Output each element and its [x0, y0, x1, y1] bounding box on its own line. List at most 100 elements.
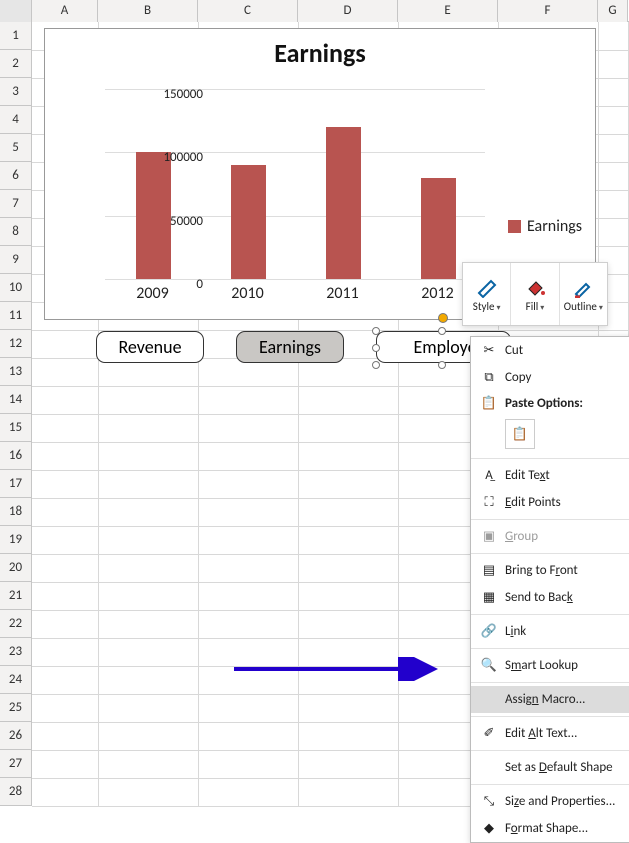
bucket-icon	[524, 276, 546, 298]
paste-options-label: 📋Paste Options:	[471, 391, 629, 415]
x-tick: 2011	[313, 284, 373, 303]
row-header[interactable]: 8	[0, 218, 32, 246]
row-header[interactable]: 11	[0, 302, 32, 330]
separator	[471, 458, 629, 459]
fill-picker[interactable]: Fill▾	[511, 263, 559, 325]
bar	[231, 165, 266, 279]
revenue-button[interactable]: Revenue	[96, 331, 204, 363]
menu-edit-alt-text[interactable]: ✐Edit Alt Text...	[471, 720, 629, 747]
menu-edit-text[interactable]: A̲Edit Text	[471, 462, 629, 489]
row-header[interactable]: 19	[0, 526, 32, 554]
resize-handle[interactable]	[438, 361, 446, 369]
x-tick: 2009	[123, 284, 183, 303]
earnings-button[interactable]: Earnings	[236, 331, 344, 363]
group-icon: ▣	[479, 529, 499, 544]
row-header[interactable]: 13	[0, 358, 32, 386]
row-header[interactable]: 15	[0, 414, 32, 442]
chart-plot	[105, 89, 485, 279]
menu-edit-points[interactable]: ⛶Edit Points	[471, 489, 629, 516]
row-header[interactable]: 14	[0, 386, 32, 414]
row-header[interactable]: 3	[0, 78, 32, 106]
col-header[interactable]: C	[198, 0, 298, 22]
resize-handle[interactable]	[372, 327, 380, 335]
row-header[interactable]: 28	[0, 778, 32, 806]
separator	[471, 716, 629, 717]
col-header[interactable]: D	[298, 0, 398, 22]
menu-send-back[interactable]: ▦Send to Back›	[471, 584, 629, 611]
row-header[interactable]: 23	[0, 638, 32, 666]
x-tick: 2010	[218, 284, 278, 303]
row-header[interactable]: 1	[0, 22, 32, 50]
row-header[interactable]: 24	[0, 666, 32, 694]
separator	[471, 750, 629, 751]
row-header[interactable]: 2	[0, 50, 32, 78]
send-back-icon: ▦	[479, 590, 499, 605]
edit-text-icon: A̲	[479, 468, 499, 483]
row-header[interactable]: 4	[0, 106, 32, 134]
row-header[interactable]: 26	[0, 722, 32, 750]
separator	[471, 784, 629, 785]
link-icon: 🔗	[479, 624, 499, 639]
row-headers: 1234567891011121314151617181920212223242…	[0, 22, 32, 806]
row-header[interactable]: 10	[0, 274, 32, 302]
format-icon: ◆	[479, 821, 499, 836]
resize-handle[interactable]	[438, 327, 446, 335]
menu-cut[interactable]: ✂Cut	[471, 337, 629, 364]
select-all-corner[interactable]	[0, 0, 32, 22]
bring-front-icon: ▤	[479, 563, 499, 578]
separator	[471, 614, 629, 615]
row-header[interactable]: 25	[0, 694, 32, 722]
col-header[interactable]: E	[398, 0, 498, 22]
pen-icon	[572, 276, 594, 298]
menu-smart-lookup[interactable]: 🔍Smart Lookup	[471, 652, 629, 679]
row-header[interactable]: 5	[0, 134, 32, 162]
row-header[interactable]: 12	[0, 330, 32, 358]
resize-handle[interactable]	[372, 361, 380, 369]
paste-option[interactable]: 📋	[505, 419, 535, 449]
chart-title: Earnings	[45, 37, 595, 69]
chart-legend: Earnings	[508, 217, 582, 236]
search-icon: 🔍	[479, 658, 499, 673]
clipboard-icon: 📋	[479, 396, 499, 411]
alt-text-icon: ✐	[479, 726, 499, 741]
size-icon: ⤡	[479, 794, 499, 809]
col-header[interactable]: F	[498, 0, 598, 22]
row-header[interactable]: 9	[0, 246, 32, 274]
rotate-handle[interactable]	[438, 313, 448, 323]
menu-link[interactable]: 🔗Link›	[471, 618, 629, 645]
menu-copy[interactable]: ⧉Copy	[471, 364, 629, 391]
row-header[interactable]: 22	[0, 610, 32, 638]
col-header[interactable]: A	[32, 0, 98, 22]
menu-format-shape[interactable]: ◆Format Shape...	[471, 815, 629, 842]
copy-icon: ⧉	[479, 370, 499, 385]
resize-handle[interactable]	[372, 344, 380, 352]
style-picker[interactable]: Style▾	[463, 263, 511, 325]
y-tick: 150000	[143, 87, 203, 102]
menu-set-default[interactable]: Set as Default Shape	[471, 754, 629, 781]
row-header[interactable]: 18	[0, 498, 32, 526]
row-header[interactable]: 16	[0, 442, 32, 470]
separator	[471, 553, 629, 554]
col-header[interactable]: B	[98, 0, 198, 22]
col-header[interactable]: G	[598, 0, 628, 22]
legend-swatch-icon	[508, 220, 521, 233]
separator	[471, 682, 629, 683]
row-header[interactable]: 7	[0, 190, 32, 218]
separator	[471, 648, 629, 649]
menu-bring-front[interactable]: ▤Bring to Front›	[471, 557, 629, 584]
column-headers: ABCDEFG	[0, 0, 629, 22]
context-menu: ✂Cut ⧉Copy 📋Paste Options: 📋 A̲Edit Text…	[470, 336, 629, 843]
y-tick: 50000	[143, 214, 203, 229]
annotation-arrow	[232, 657, 442, 681]
outline-picker[interactable]: Outline▾	[560, 263, 607, 325]
menu-size-props[interactable]: ⤡Size and Properties...	[471, 788, 629, 815]
style-icon	[476, 276, 498, 298]
separator	[471, 519, 629, 520]
row-header[interactable]: 27	[0, 750, 32, 778]
row-header[interactable]: 21	[0, 582, 32, 610]
bar	[421, 178, 456, 279]
row-header[interactable]: 17	[0, 470, 32, 498]
menu-assign-macro[interactable]: Assign Macro...	[471, 686, 629, 713]
row-header[interactable]: 20	[0, 554, 32, 582]
row-header[interactable]: 6	[0, 162, 32, 190]
